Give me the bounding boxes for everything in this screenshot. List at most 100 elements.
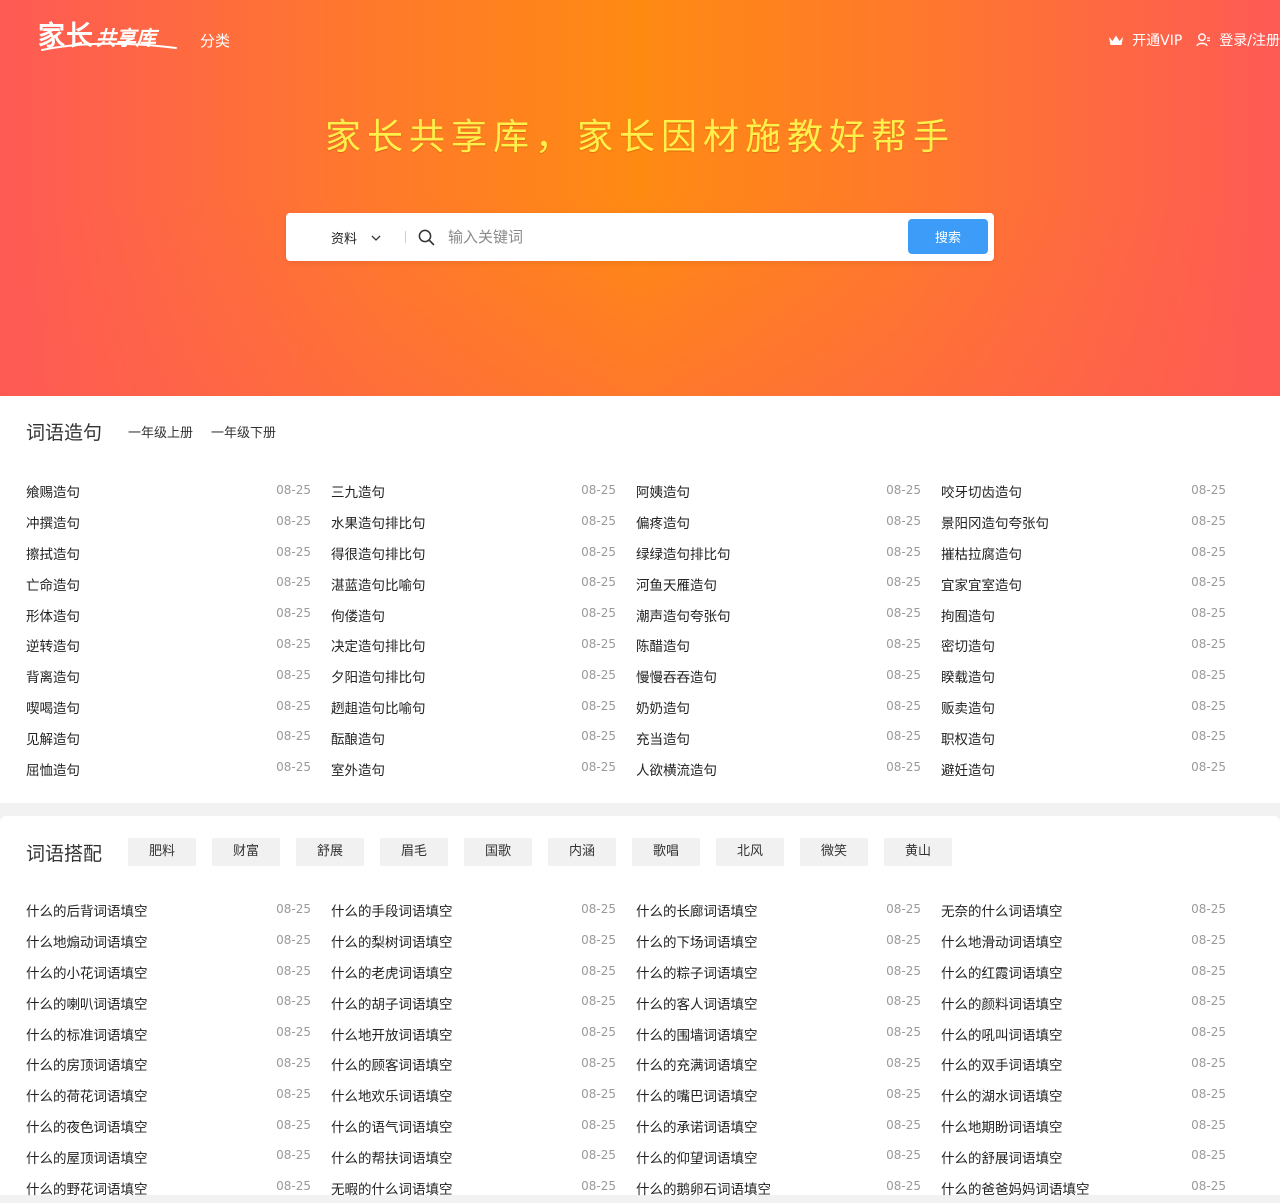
list-item-title[interactable]: 什么地开放词语填空 [331, 1024, 453, 1044]
list-item[interactable]: 景阳冈造句夸张句 08-25 [941, 507, 1246, 538]
list-item[interactable]: 夕阳造句排比句 08-25 [331, 661, 636, 692]
list-item[interactable]: 见解造句 08-25 [26, 722, 331, 753]
nav-category-link[interactable]: 分类 [200, 30, 230, 51]
list-item[interactable]: 水果造句排比句 08-25 [331, 507, 636, 538]
list-item-title[interactable]: 摧枯拉腐造句 [941, 543, 1022, 563]
list-item[interactable]: 什么的喇叭词语填空 08-25 [26, 987, 331, 1018]
list-item-title[interactable]: 决定造句排比句 [331, 635, 426, 655]
list-item[interactable]: 什么的梨树词语填空 08-25 [331, 926, 636, 957]
list-item[interactable]: 什么的语气词语填空 08-25 [331, 1111, 636, 1142]
list-item[interactable]: 偏疼造句 08-25 [636, 507, 941, 538]
list-item[interactable]: 睽载造句 08-25 [941, 661, 1246, 692]
list-item-title[interactable]: 什么的小花词语填空 [26, 962, 148, 982]
tag-chip[interactable]: 歌唱 [632, 838, 701, 866]
list-item-title[interactable]: 什么的颜料词语填空 [941, 993, 1063, 1013]
list-item-title[interactable]: 什么的帮扶词语填空 [331, 1147, 453, 1167]
list-item[interactable]: 得很造句排比句 08-25 [331, 538, 636, 569]
list-item[interactable]: 飨赐造句 08-25 [26, 476, 331, 507]
list-item-title[interactable]: 亡命造句 [26, 574, 80, 594]
list-item-title[interactable]: 职权造句 [941, 728, 995, 748]
list-item-title[interactable]: 什么的胡子词语填空 [331, 993, 453, 1013]
list-item[interactable]: 什么的夜色词语填空 08-25 [26, 1111, 331, 1142]
list-item[interactable]: 什么的嘴巴词语填空 08-25 [636, 1080, 941, 1111]
list-item[interactable]: 拘囿造句 08-25 [941, 599, 1246, 630]
list-item-title[interactable]: 什么的仰望词语填空 [636, 1147, 758, 1167]
list-item[interactable]: 什么的围墙词语填空 08-25 [636, 1018, 941, 1049]
list-item[interactable]: 人欲横流造句 08-25 [636, 753, 941, 784]
list-item[interactable]: 湛蓝造句比喻句 08-25 [331, 568, 636, 599]
list-item-title[interactable]: 夕阳造句排比句 [331, 666, 426, 686]
list-item[interactable]: 擦拭造句 08-25 [26, 538, 331, 569]
list-item-title[interactable]: 睽载造句 [941, 666, 995, 686]
list-item[interactable]: 河鱼天雁造句 08-25 [636, 568, 941, 599]
list-item-title[interactable]: 什么的承诺词语填空 [636, 1116, 758, 1136]
list-item[interactable]: 什么地欢乐词语填空 08-25 [331, 1080, 636, 1111]
list-item-title[interactable]: 什么的红霞词语填空 [941, 962, 1063, 982]
search-button[interactable]: 搜索 [908, 219, 988, 254]
list-item[interactable]: 什么的双手词语填空 08-25 [941, 1049, 1246, 1080]
list-item[interactable]: 屈恤造句 08-25 [26, 753, 331, 784]
list-item-title[interactable]: 什么的湖水词语填空 [941, 1085, 1063, 1105]
list-item[interactable]: 什么的野花词语填空 08-25 [26, 1172, 331, 1203]
list-item[interactable]: 什么的客人词语填空 08-25 [636, 987, 941, 1018]
list-item-title[interactable]: 什么的双手词语填空 [941, 1054, 1063, 1074]
list-item-title[interactable]: 宜家宜室造句 [941, 574, 1022, 594]
list-item-title[interactable]: 喫喝造句 [26, 697, 80, 717]
list-item[interactable]: 咬牙切齿造句 08-25 [941, 476, 1246, 507]
list-item[interactable]: 什么的胡子词语填空 08-25 [331, 987, 636, 1018]
list-item-title[interactable]: 阿姨造句 [636, 481, 690, 501]
list-item[interactable]: 阿姨造句 08-25 [636, 476, 941, 507]
list-item[interactable]: 什么的爸爸妈妈词语填空 08-25 [941, 1172, 1246, 1203]
list-item[interactable]: 佝偻造句 08-25 [331, 599, 636, 630]
list-item[interactable]: 什么的鹅卵石词语填空 08-25 [636, 1172, 941, 1203]
tag-chip[interactable]: 舒展 [296, 838, 365, 866]
list-item[interactable]: 什么的粽子词语填空 08-25 [636, 957, 941, 988]
list-item[interactable]: 喫喝造句 08-25 [26, 692, 331, 723]
list-item-title[interactable]: 什么的嘴巴词语填空 [636, 1085, 758, 1105]
list-item[interactable]: 什么的荷花词语填空 08-25 [26, 1080, 331, 1111]
list-item[interactable]: 什么的手段词语填空 08-25 [331, 895, 636, 926]
tag-chip[interactable]: 肥料 [128, 838, 197, 866]
tag-chip[interactable]: 国歌 [464, 838, 533, 866]
list-item[interactable]: 什么的后背词语填空 08-25 [26, 895, 331, 926]
list-item-title[interactable]: 什么的标准词语填空 [26, 1024, 148, 1044]
list-item-title[interactable]: 背离造句 [26, 666, 80, 686]
list-item[interactable]: 酝酿造句 08-25 [331, 722, 636, 753]
list-item[interactable]: 贩卖造句 08-25 [941, 692, 1246, 723]
list-item-title[interactable]: 佝偻造句 [331, 605, 385, 625]
list-item[interactable]: 什么的仰望词语填空 08-25 [636, 1141, 941, 1172]
list-item[interactable]: 形体造句 08-25 [26, 599, 331, 630]
list-item-title[interactable]: 三九造句 [331, 481, 385, 501]
list-item[interactable]: 冲撰造句 08-25 [26, 507, 331, 538]
list-item[interactable]: 什么的红霞词语填空 08-25 [941, 957, 1246, 988]
list-item[interactable]: 什么地开放词语填空 08-25 [331, 1018, 636, 1049]
list-item-title[interactable]: 冲撰造句 [26, 512, 80, 532]
list-item-title[interactable]: 什么的围墙词语填空 [636, 1024, 758, 1044]
list-item[interactable]: 什么的舒展词语填空 08-25 [941, 1141, 1246, 1172]
list-item-title[interactable]: 什么的手段词语填空 [331, 900, 453, 920]
list-item-title[interactable]: 潮声造句夸张句 [636, 605, 731, 625]
list-item-title[interactable]: 偏疼造句 [636, 512, 690, 532]
list-item-title[interactable]: 什么地滑动词语填空 [941, 931, 1063, 951]
list-item[interactable]: 绿绿造句排比句 08-25 [636, 538, 941, 569]
list-item[interactable]: 什么的小花词语填空 08-25 [26, 957, 331, 988]
list-item[interactable]: 逆转造句 08-25 [26, 630, 331, 661]
list-item-title[interactable]: 什么的舒展词语填空 [941, 1147, 1063, 1167]
list-item[interactable]: 职权造句 08-25 [941, 722, 1246, 753]
list-item[interactable]: 背离造句 08-25 [26, 661, 331, 692]
list-item[interactable]: 密切造句 08-25 [941, 630, 1246, 661]
list-item-title[interactable]: 什么的粽子词语填空 [636, 962, 758, 982]
list-item-title[interactable]: 拘囿造句 [941, 605, 995, 625]
list-item-title[interactable]: 酝酿造句 [331, 728, 385, 748]
list-item-title[interactable]: 什么的长廊词语填空 [636, 900, 758, 920]
list-item[interactable]: 充当造句 08-25 [636, 722, 941, 753]
list-item-title[interactable]: 咬牙切齿造句 [941, 481, 1022, 501]
list-item[interactable]: 什么的承诺词语填空 08-25 [636, 1111, 941, 1142]
list-item-title[interactable]: 什么的梨树词语填空 [331, 931, 453, 951]
list-item[interactable]: 什么的帮扶词语填空 08-25 [331, 1141, 636, 1172]
list-item-title[interactable]: 什么的老虎词语填空 [331, 962, 453, 982]
list-item[interactable]: 室外造句 08-25 [331, 753, 636, 784]
list-item-title[interactable]: 景阳冈造句夸张句 [941, 512, 1049, 532]
list-item[interactable]: 什么的房顶词语填空 08-25 [26, 1049, 331, 1080]
search-type-select[interactable]: 资料 [331, 228, 381, 247]
